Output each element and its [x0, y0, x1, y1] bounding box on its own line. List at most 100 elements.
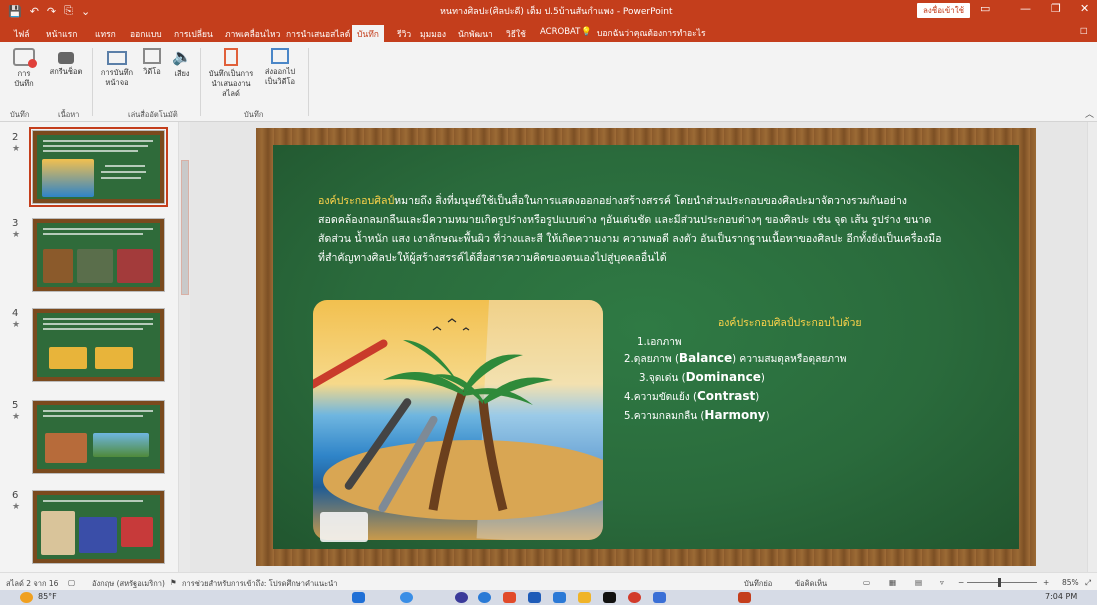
thumb-number: 2: [12, 132, 19, 143]
thumb-number: 3: [12, 218, 19, 229]
tab-design[interactable]: ออกแบบ: [130, 27, 162, 41]
zoom-level[interactable]: 85%: [1062, 578, 1079, 587]
list-title[interactable]: องค์ประกอบศิลป์ประกอบไปด้วย: [718, 314, 862, 331]
palm-trees-illustration: [323, 318, 603, 520]
paragraph-body: หมายถึง สิ่งที่มนุษย์ใช้เป็นสื่อในการแสด…: [318, 195, 942, 264]
close-button[interactable]: ✕: [1080, 2, 1089, 15]
palm-tree-painting-image[interactable]: [313, 300, 603, 540]
screen-record-icon: [107, 51, 127, 65]
present-icon[interactable]: ⎘: [64, 4, 73, 18]
zoom-slider-track[interactable]: [967, 582, 1037, 583]
slide-thumbnail-4[interactable]: [32, 308, 165, 382]
slide-paragraph[interactable]: องค์ประกอบศิลป์หมายถึง สิ่งที่มนุษย์ใช้เ…: [318, 192, 943, 268]
ribbon-tabs: ไฟล์ หน้าแรก แทรก ออกแบบ การเปลี่ยน ภาพเ…: [0, 22, 1097, 42]
group-separator: [200, 48, 201, 116]
animation-star-icon: ★: [12, 230, 21, 240]
zoom-out-button[interactable]: −: [958, 578, 964, 587]
ribbon-display-icon[interactable]: ▭: [980, 2, 990, 15]
comments-button[interactable]: ข้อคิดเห็น: [795, 578, 827, 590]
customize-qat-icon[interactable]: ⌄: [81, 5, 90, 18]
zoom-slider-handle[interactable]: [998, 578, 1001, 587]
group-separator: [308, 48, 309, 116]
accessibility-status[interactable]: การช่วยสำหรับการเข้าถึง: โปรดศึกษาคำแนะน…: [182, 578, 338, 590]
tab-developer[interactable]: นักพัฒนา: [458, 27, 493, 41]
normal-view-icon[interactable]: ▭: [863, 578, 870, 587]
powerpoint-icon[interactable]: [738, 592, 751, 603]
slideshow-view-icon[interactable]: ▿: [940, 578, 944, 587]
collapse-ribbon-icon[interactable]: ︿: [1085, 107, 1094, 120]
group-label-content: เนื้อหา: [58, 110, 80, 119]
weather-icon[interactable]: [20, 592, 33, 603]
reading-view-icon[interactable]: ▤: [915, 578, 922, 587]
minimize-button[interactable]: —: [1020, 2, 1031, 15]
fit-to-window-icon[interactable]: ⤢: [1085, 578, 1091, 588]
taskbar-app-icon[interactable]: [455, 592, 468, 603]
tab-view[interactable]: มุมมอง: [420, 27, 446, 41]
search-icon[interactable]: [400, 592, 413, 603]
save-show-icon: [224, 48, 238, 66]
animation-star-icon: ★: [12, 320, 21, 330]
scrollbar-thumb[interactable]: [181, 160, 189, 295]
export-video-icon: [271, 48, 289, 64]
taskbar-app-icon[interactable]: [503, 592, 516, 603]
redo-icon[interactable]: ↷: [47, 5, 56, 18]
start-icon[interactable]: [352, 592, 365, 603]
video-icon: [143, 48, 161, 64]
lightbulb-icon: 💡: [581, 27, 592, 37]
slide-thumbnail-2[interactable]: [29, 127, 168, 207]
main-vertical-scrollbar[interactable]: [1087, 122, 1097, 572]
slide-thumbnail-3[interactable]: [32, 218, 165, 292]
slide-thumbnail-6[interactable]: [32, 490, 165, 564]
audio-button[interactable]: 🔈 เสียง: [170, 48, 194, 79]
list-item: 5.ความกลมกลืน (Harmony): [624, 408, 770, 422]
tab-help[interactable]: วิธีใช้: [506, 27, 526, 41]
spellcheck-icon[interactable]: ▢: [68, 578, 75, 587]
slide-thumbnail-5[interactable]: [32, 400, 165, 474]
language-indicator[interactable]: อังกฤษ (สหรัฐอเมริกา): [92, 578, 165, 590]
clock[interactable]: 7:04 PM: [1045, 592, 1077, 601]
tab-animations[interactable]: ภาพเคลื่อนไหว: [225, 27, 280, 41]
animation-star-icon: ★: [12, 412, 21, 422]
tab-slideshow[interactable]: การนำเสนอสไลด์: [286, 27, 350, 41]
notes-button[interactable]: บันทึกย่อ: [744, 578, 772, 590]
thumb-number: 4: [12, 308, 19, 319]
screen-recording-button[interactable]: การบันทึก หน้าจอ: [98, 48, 136, 88]
tab-insert[interactable]: แทรก: [95, 27, 116, 41]
taskbar-app-icon[interactable]: [528, 592, 541, 603]
zoom-in-button[interactable]: +: [1043, 578, 1049, 587]
tell-me-search[interactable]: บอกฉันว่าคุณต้องการทำอะไร: [597, 26, 706, 40]
taskbar-app-icon[interactable]: [553, 592, 566, 603]
taskbar-app-icon[interactable]: [603, 592, 616, 603]
video-button[interactable]: วิดีโอ: [140, 48, 164, 77]
tab-acrobat[interactable]: ACROBAT: [540, 27, 580, 37]
undo-icon[interactable]: ↶: [30, 5, 39, 18]
window-title: หนทางศิลปะ(ศิลปะดี) เต็ม ป.5บ้านสันกำแพง…: [440, 7, 673, 17]
restore-button[interactable]: ❐: [1051, 2, 1061, 15]
tab-recording[interactable]: บันทึก: [352, 25, 384, 42]
tab-file[interactable]: ไฟล์: [14, 27, 30, 41]
tab-transitions[interactable]: การเปลี่ยน: [174, 27, 213, 41]
thumbnail-scrollbar[interactable]: [178, 122, 190, 572]
chalk-pieces: [320, 512, 368, 542]
export-video-button[interactable]: ส่งออกไป เป็นวิดีโอ: [258, 48, 302, 87]
taskbar-app-icon[interactable]: [653, 592, 666, 603]
list-item: 1.เอกภาพ: [637, 337, 682, 348]
comments-icon[interactable]: ☐: [1080, 27, 1088, 37]
list-item: 2.ดุลยภาพ (Balance) ความสมดุลหรือดุลยภาพ: [624, 351, 847, 365]
slide-sorter-icon[interactable]: ▦: [889, 578, 896, 587]
signin-button[interactable]: ลงชื่อเข้าใช้: [917, 3, 971, 18]
record-button[interactable]: การ บันทึก: [8, 48, 40, 89]
file-explorer-icon[interactable]: [578, 592, 591, 603]
group-separator: [92, 48, 93, 116]
tab-review[interactable]: รีวิว: [397, 27, 411, 41]
edge-icon[interactable]: [478, 592, 491, 603]
group-label-autoplay: เล่นสื่ออัตโนมัติ: [128, 110, 178, 119]
save-as-show-button[interactable]: บันทึกเป็นการ นำเสนองานสไลด์: [206, 48, 256, 99]
list-item: 4.ความขัดแย้ง (Contrast): [624, 389, 760, 403]
screenshot-button[interactable]: สกรีนช็อต: [48, 48, 84, 77]
status-bar: สไลด์ 2 จาก 16 ▢ อังกฤษ (สหรัฐอเมริกา) ⚑…: [0, 572, 1097, 590]
taskbar-app-icon[interactable]: [628, 592, 641, 603]
tab-home[interactable]: หน้าแรก: [46, 27, 77, 41]
save-icon[interactable]: 💾: [8, 5, 22, 18]
weather-temp[interactable]: 85°F: [38, 592, 57, 601]
